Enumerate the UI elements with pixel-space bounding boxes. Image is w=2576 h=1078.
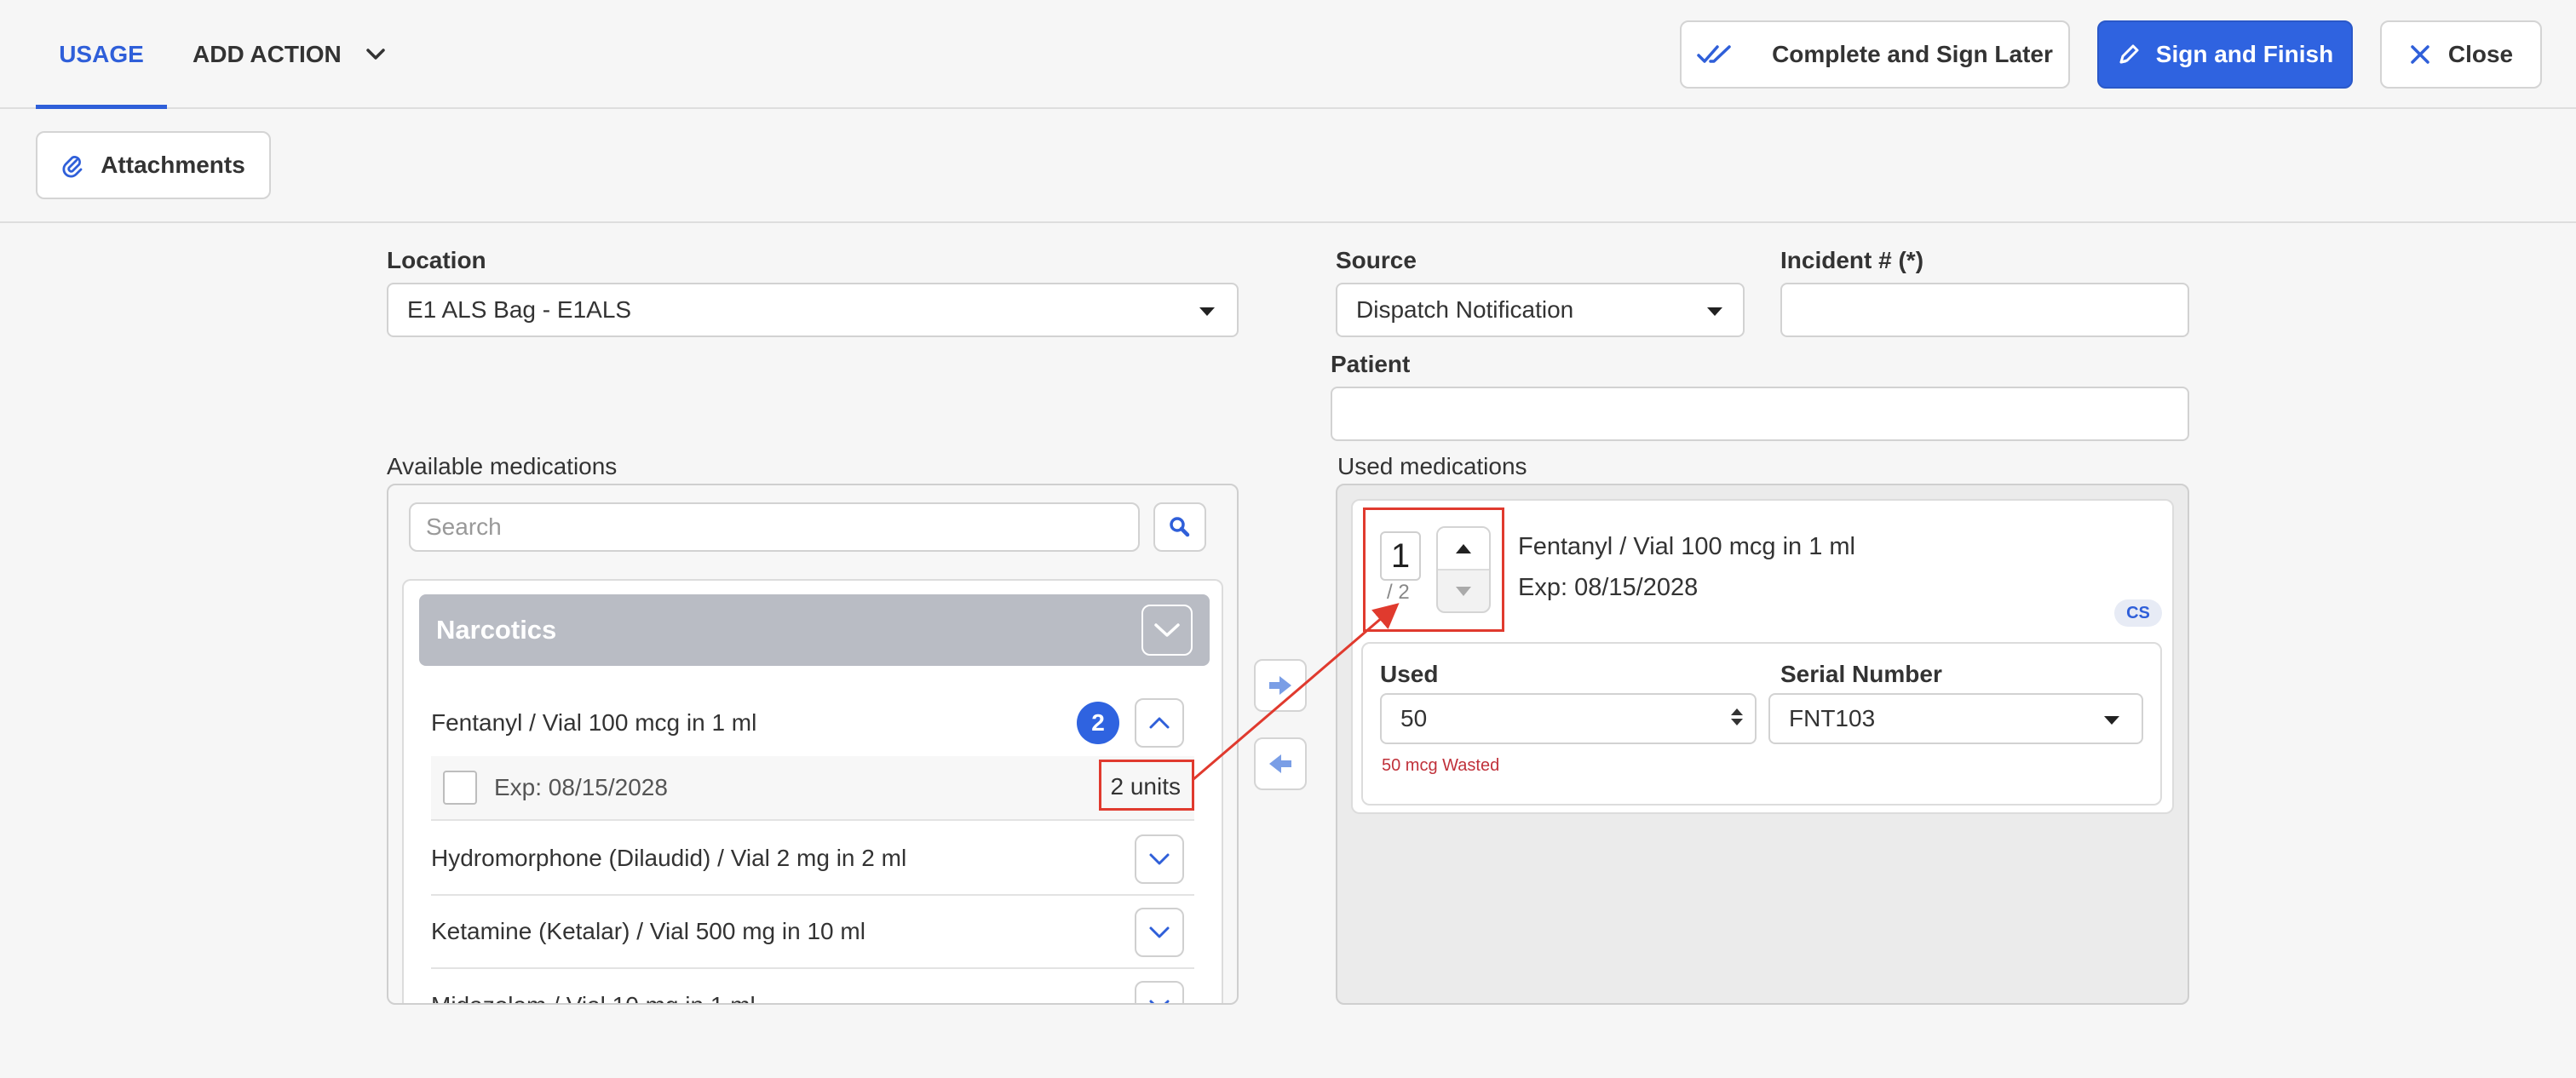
expand-button[interactable] — [1135, 908, 1184, 957]
tab-add-action-label: ADD ACTION — [193, 41, 342, 67]
used-medication-name: Fentanyl / Vial 100 mcg in 1 ml — [1518, 533, 1855, 560]
close-label: Close — [2447, 41, 2514, 67]
location-value: E1 ALS Bag - E1ALS — [407, 296, 632, 323]
used-medications-label: Used medications — [1337, 453, 1527, 479]
lot-units: 2 units — [1110, 773, 1182, 800]
serial-number-value: FNT103 — [1789, 705, 1876, 731]
attachments-label: Attachments — [101, 152, 245, 178]
lot-checkbox[interactable] — [443, 771, 477, 805]
list-item[interactable]: Hydromorphone (Dilaudid) / Vial 2 mg in … — [431, 823, 1194, 896]
group-collapse-button[interactable] — [1141, 605, 1193, 656]
medication-name: Ketamine (Ketalar) / Vial 500 mg in 10 m… — [431, 918, 865, 944]
source-select[interactable]: Dispatch Notification — [1336, 283, 1745, 337]
tab-usage[interactable]: USAGE — [36, 0, 167, 109]
sign-and-finish-label: Sign and Finish — [2155, 41, 2334, 67]
caret-down-icon — [2104, 716, 2119, 725]
source-label: Source — [1336, 247, 1417, 273]
group-header-label: Narcotics — [436, 615, 557, 645]
caret-up-icon — [1456, 543, 1471, 553]
caret-down-icon — [1456, 586, 1471, 596]
patient-input[interactable] — [1331, 387, 2189, 441]
list-item[interactable]: Ketamine (Ketalar) / Vial 500 mg in 10 m… — [431, 896, 1194, 969]
pen-icon — [2117, 43, 2141, 66]
lot-row[interactable]: Exp: 08/15/2028 2 units — [431, 756, 1194, 821]
chevron-down-icon — [1148, 852, 1170, 866]
quantity-total: / 2 — [1387, 581, 1410, 604]
complete-and-sign-later-button[interactable]: Complete and Sign Later — [1680, 20, 2070, 89]
medication-name: Fentanyl / Vial 100 mcg in 1 ml — [431, 709, 757, 736]
incident-input[interactable] — [1780, 283, 2189, 337]
count-badge: 2 — [1077, 702, 1119, 744]
close-icon — [2409, 43, 2431, 66]
expand-button[interactable] — [1135, 981, 1184, 1003]
quantity-decrement-button[interactable] — [1438, 571, 1489, 611]
incident-label: Incident # (*) — [1780, 247, 1924, 273]
search-button[interactable] — [1153, 502, 1206, 552]
sign-and-finish-button[interactable]: Sign and Finish — [2097, 20, 2353, 89]
move-right-button[interactable] — [1254, 659, 1307, 712]
serial-number-label: Serial Number — [1780, 661, 1942, 687]
top-bar: USAGE ADD ACTION Complete and Sign Later… — [0, 0, 2576, 109]
secondary-toolbar: Attachments — [0, 111, 2576, 223]
attachments-button[interactable]: Attachments — [36, 131, 271, 199]
quantity-increment-button[interactable] — [1438, 528, 1489, 571]
used-label: Used — [1380, 661, 1439, 687]
available-medications-list: Narcotics Fentanyl / Vial 100 mcg in 1 m… — [402, 579, 1223, 1003]
quantity-value[interactable]: 1 — [1380, 531, 1421, 581]
tab-add-action[interactable]: ADD ACTION — [193, 29, 386, 80]
caret-down-icon — [1199, 307, 1215, 316]
wasted-amount-text: 50 mcg Wasted — [1382, 756, 1500, 775]
medication-name: Hydromorphone (Dilaudid) / Vial 2 mg in … — [431, 845, 907, 871]
caret-down-icon — [1707, 307, 1722, 316]
list-item[interactable]: Midazolam / Vial 10 mg in 1 ml — [431, 969, 1194, 1003]
medication-name: Midazolam / Vial 10 mg in 1 ml — [431, 992, 756, 1003]
location-label: Location — [387, 247, 486, 273]
location-select[interactable]: E1 ALS Bag - E1ALS — [387, 283, 1239, 337]
used-amount-input[interactable]: 50 — [1380, 693, 1757, 744]
controlled-substance-badge: CS — [2114, 599, 2162, 627]
complete-and-sign-later-label: Complete and Sign Later — [1772, 41, 2053, 67]
list-item[interactable]: Fentanyl / Vial 100 mcg in 1 ml 2 — [431, 686, 1194, 760]
chevron-down-icon — [1148, 926, 1170, 939]
lot-expiration: Exp: 08/15/2028 — [494, 774, 668, 800]
search-input[interactable]: Search — [409, 502, 1140, 552]
collapse-button[interactable] — [1135, 698, 1184, 748]
chevron-down-icon — [365, 48, 386, 61]
source-value: Dispatch Notification — [1356, 296, 1574, 323]
chevron-down-icon — [1148, 999, 1170, 1003]
close-button[interactable]: Close — [2380, 20, 2542, 89]
patient-label: Patient — [1331, 351, 1411, 377]
quantity-stepper[interactable] — [1436, 526, 1491, 613]
arrow-right-icon — [1268, 674, 1293, 697]
chevron-up-icon — [1148, 716, 1170, 730]
paperclip-icon — [61, 152, 83, 178]
expand-button[interactable] — [1135, 834, 1184, 884]
number-spinner-icon[interactable] — [1731, 708, 1743, 725]
arrow-left-icon — [1268, 753, 1293, 775]
group-header-narcotics[interactable]: Narcotics — [419, 594, 1210, 666]
double-check-icon — [1697, 43, 1734, 66]
chevron-down-icon — [1153, 622, 1182, 639]
move-left-button[interactable] — [1254, 737, 1307, 790]
search-icon — [1169, 516, 1191, 538]
used-medication-expiration: Exp: 08/15/2028 — [1518, 574, 1699, 601]
serial-number-select[interactable]: FNT103 — [1768, 693, 2143, 744]
available-medications-label: Available medications — [387, 453, 618, 479]
used-amount-value: 50 — [1400, 705, 1428, 731]
